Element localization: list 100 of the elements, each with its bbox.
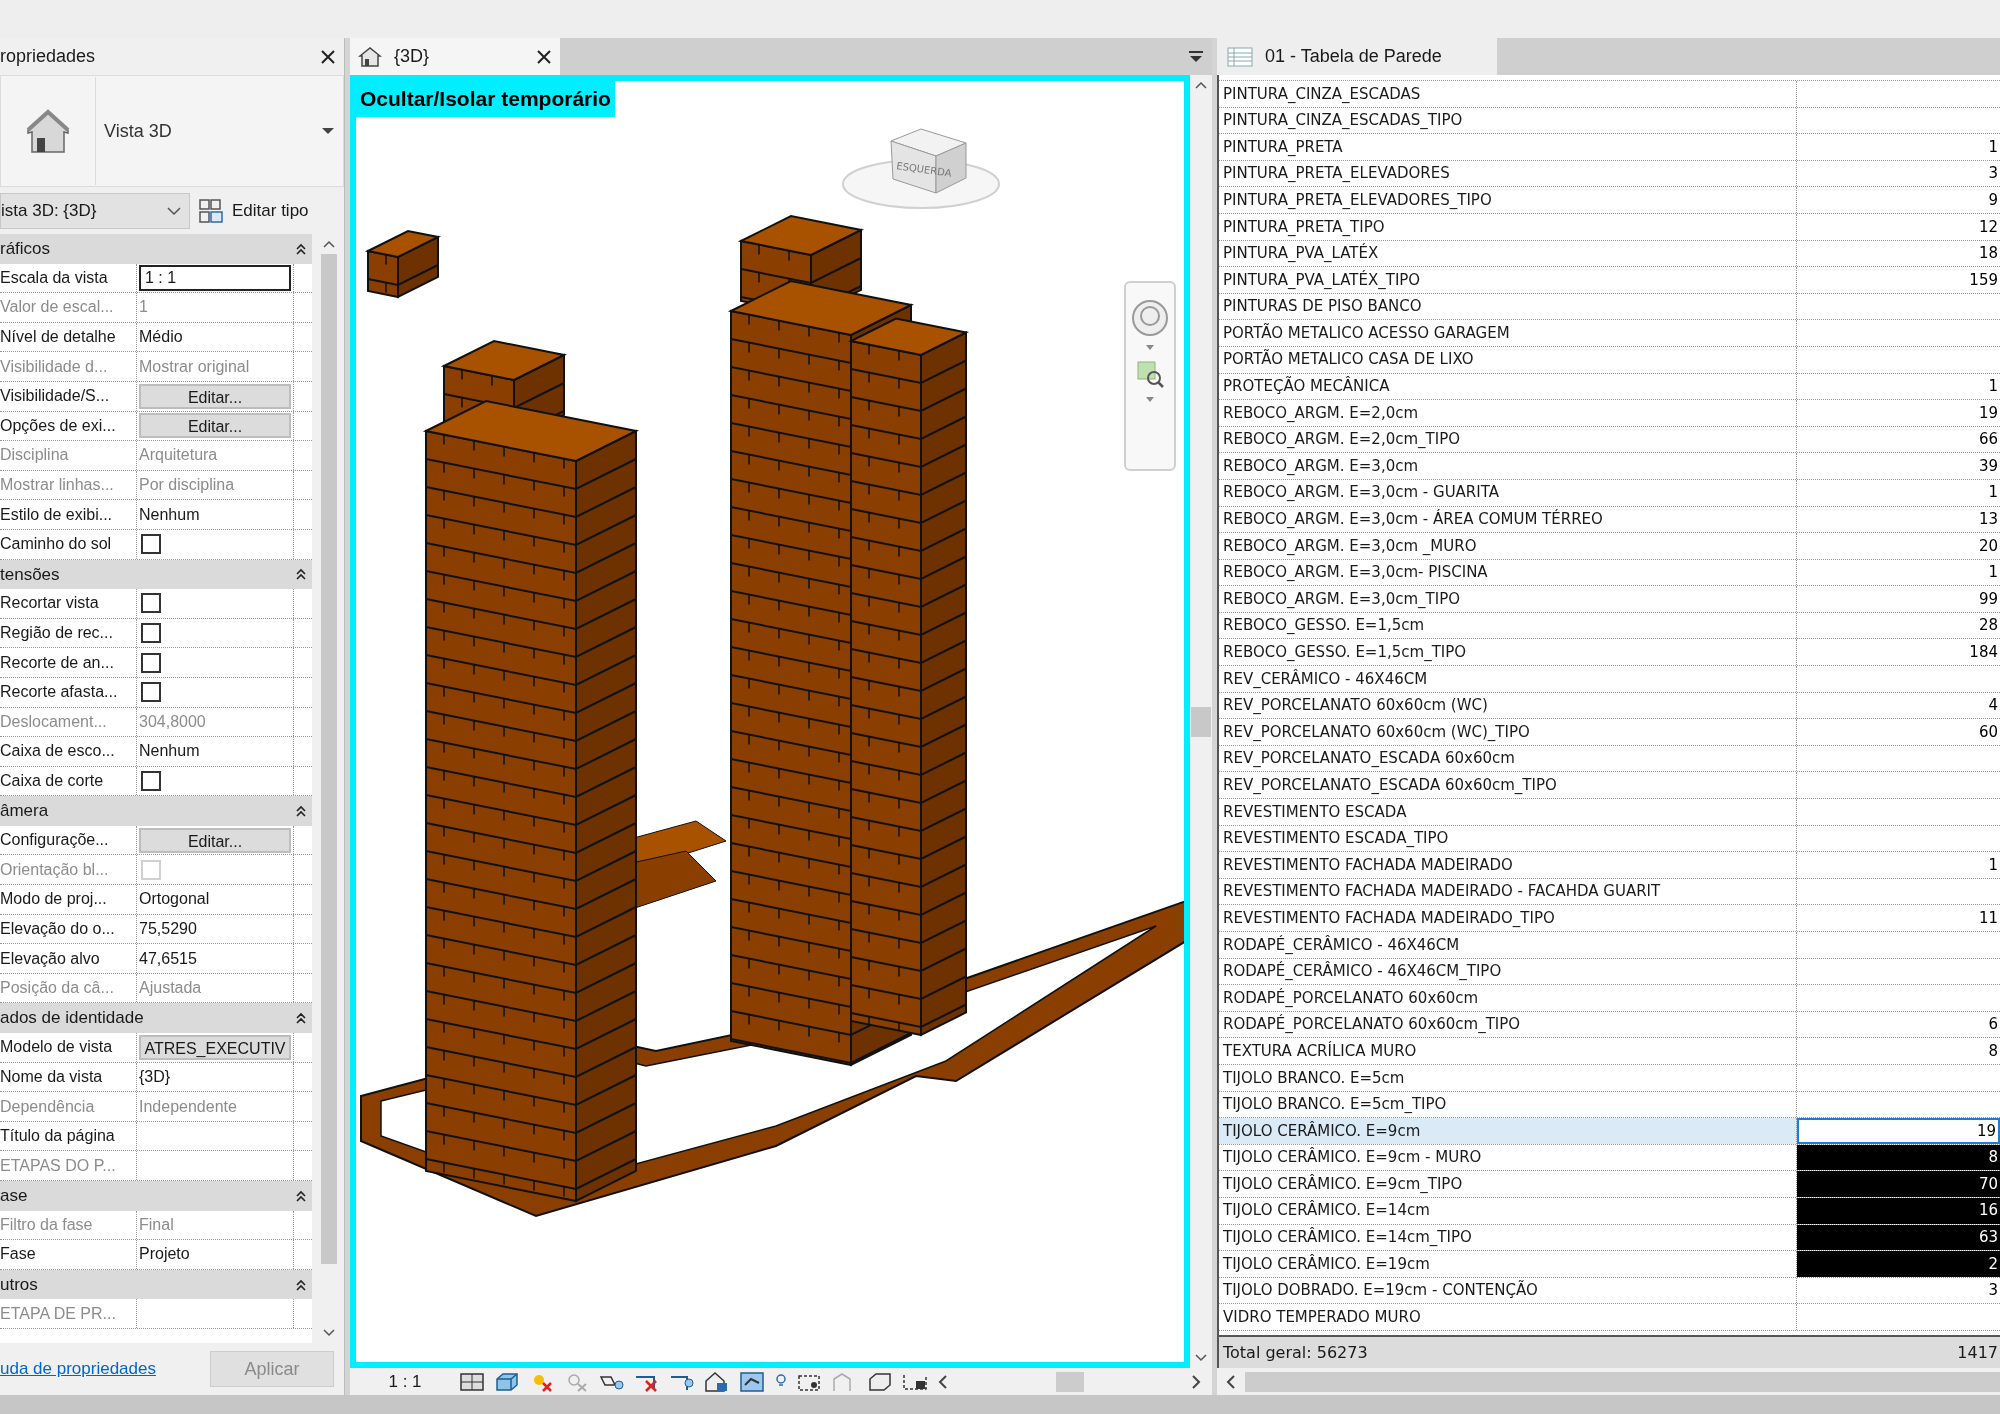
- property-value: {3D}: [139, 1066, 171, 1087]
- instance-dropdown[interactable]: ista 3D: {3D}: [0, 193, 190, 229]
- scroll-left-icon[interactable]: [1225, 1373, 1237, 1390]
- group-header[interactable]: ase: [0, 1181, 312, 1211]
- table-cell[interactable]: TIJOLO CERÂMICO. E=9cm: [1219, 1118, 1797, 1144]
- table-cell[interactable]: 2: [1797, 1251, 2000, 1277]
- property-value: Ajustada: [139, 978, 202, 999]
- box-icon[interactable]: [867, 1370, 893, 1393]
- group-header[interactable]: ráficos: [0, 234, 312, 264]
- property-label: Fase: [0, 1240, 137, 1269]
- locked-house-icon[interactable]: [704, 1370, 730, 1393]
- scroll-thumb[interactable]: [321, 254, 337, 1264]
- property-label: Caixa de esco...: [0, 737, 137, 766]
- scroll-thumb[interactable]: [1055, 1371, 1084, 1392]
- table-cell[interactable]: 16: [1797, 1197, 2000, 1224]
- type-name: Vista 3D: [104, 119, 173, 143]
- house-icon: [358, 45, 382, 68]
- cube-icon[interactable]: [494, 1370, 520, 1393]
- collapse-icon[interactable]: [294, 804, 308, 819]
- property-button[interactable]: ATRES_EXECUTIV: [139, 1034, 291, 1060]
- property-value: Arquitetura: [139, 445, 218, 466]
- temporary-isolate-banner: Ocultar/Isolar temporário: [356, 81, 615, 117]
- scroll-right-icon[interactable]: [1190, 1373, 1202, 1390]
- table-cell[interactable]: 70: [1797, 1171, 2000, 1197]
- property-label: Recortar vista: [0, 589, 137, 618]
- property-value: Independente: [139, 1096, 237, 1117]
- property-label: Título da página: [0, 1121, 137, 1151]
- table-cell[interactable]: TIJOLO CERÂMICO. E=9cm_TIPO: [1219, 1171, 1797, 1197]
- collapse-icon[interactable]: [294, 241, 308, 256]
- group-header[interactable]: âmera: [0, 796, 312, 826]
- property-label: Visibilidade d...: [0, 352, 137, 381]
- temporary-isolate-icon[interactable]: [739, 1370, 765, 1393]
- table-cell[interactable]: 63: [1797, 1224, 2000, 1251]
- table-cell[interactable]: TIJOLO CERÂMICO. E=19cm: [1219, 1251, 1797, 1277]
- horizontal-scrollbar[interactable]: [1217, 1368, 2000, 1395]
- dropdown-arrow-icon[interactable]: [1145, 345, 1155, 351]
- property-value: 47,6515: [139, 948, 197, 969]
- schedule-tab[interactable]: 01 - Tabela de Parede: [1217, 38, 1497, 75]
- total-label: Total geral: 56273: [1222, 1341, 1369, 1364]
- close-icon[interactable]: [536, 48, 552, 65]
- table-cell[interactable]: TIJOLO DOBRADO. E=19cm - CONTENÇÃO: [1219, 1277, 1797, 1304]
- dropdown-arrow-icon[interactable]: [1145, 397, 1155, 403]
- table-cell[interactable]: 8: [1797, 1144, 2000, 1171]
- property-label: Disciplina: [0, 441, 137, 470]
- property-value: Ortogonal: [139, 889, 210, 910]
- collapse-icon[interactable]: [294, 1188, 308, 1203]
- tab-menu-icon[interactable]: [1188, 49, 1204, 64]
- help-link[interactable]: uda de propriedades: [0, 1356, 156, 1382]
- property-label: Modo de proj...: [0, 885, 137, 914]
- close-icon[interactable]: [320, 48, 336, 65]
- property-button[interactable]: Editar...: [139, 413, 291, 439]
- edit-type-button[interactable]: Editar tipo: [198, 198, 309, 224]
- scroll-left-icon[interactable]: [937, 1373, 949, 1390]
- scroll-thumb[interactable]: [1245, 1371, 2000, 1392]
- scale-label[interactable]: 1 : 1: [360, 1368, 450, 1395]
- scroll-thumb[interactable]: [1191, 706, 1211, 737]
- property-label: Elevação alvo: [0, 944, 137, 973]
- property-value: Médio: [139, 327, 183, 348]
- collapse-icon[interactable]: [294, 1011, 308, 1026]
- viewport[interactable]: Ocultar/Isolar temporário ESQUERDA: [350, 75, 1190, 1368]
- checkbox[interactable]: [141, 682, 161, 703]
- table-cell[interactable]: TIJOLO CERÂMICO. E=14cm_TIPO: [1219, 1224, 1797, 1251]
- checkbox[interactable]: [141, 534, 161, 555]
- collapse-icon[interactable]: [294, 567, 308, 582]
- group-header[interactable]: utros: [0, 1269, 312, 1300]
- type-selector[interactable]: Vista 3D: [0, 75, 344, 187]
- collapse-icon[interactable]: [294, 1277, 308, 1292]
- detail-level-icon[interactable]: [459, 1370, 485, 1393]
- table-cell[interactable]: TIJOLO CERÂMICO. E=9cm - MURO: [1219, 1144, 1797, 1171]
- checkbox[interactable]: [141, 593, 161, 614]
- zoom-icon[interactable]: [1135, 359, 1165, 389]
- panel-title: ropriedades: [0, 45, 96, 68]
- property-label: Configuraçõe...: [0, 825, 137, 855]
- property-button[interactable]: Editar...: [139, 383, 291, 409]
- property-label: Recorte afasta...: [0, 677, 137, 707]
- checkbox[interactable]: [141, 771, 161, 791]
- steering-wheel-icon[interactable]: [1131, 299, 1169, 337]
- property-label: ETAPA DE PR...: [0, 1299, 137, 1328]
- property-value: 75,5290: [139, 918, 197, 939]
- property-label: Nível de detalhe: [0, 322, 137, 352]
- group-header[interactable]: tensões: [0, 559, 312, 590]
- property-value: Projeto: [139, 1244, 190, 1265]
- property-label: Elevação do o...: [0, 914, 137, 944]
- table-cell[interactable]: 19: [1797, 1118, 2000, 1144]
- checkbox[interactable]: [141, 652, 161, 673]
- table-cell[interactable]: TIJOLO CERÂMICO. E=14cm: [1219, 1197, 1797, 1224]
- property-label: Valor de escal...: [0, 293, 137, 322]
- property-label: Orientação bl...: [0, 855, 137, 885]
- checkbox[interactable]: [141, 623, 161, 643]
- table-cell[interactable]: TIJOLO BRANCO. E=5cm_TIPO: [1219, 1091, 1797, 1118]
- table-cell[interactable]: TEXTURA ACRÍLICA MURO: [1219, 1038, 1797, 1064]
- view-tab[interactable]: {3D}: [350, 38, 560, 75]
- group-header[interactable]: ados de identidade: [0, 1003, 312, 1034]
- table-cell[interactable]: TIJOLO BRANCO. E=5cm: [1219, 1064, 1797, 1091]
- total-value: 1417: [1956, 1341, 1999, 1364]
- property-label: Caixa de corte: [0, 766, 137, 796]
- property-value: 1: [139, 297, 148, 318]
- property-button[interactable]: Editar...: [139, 827, 291, 853]
- value-field[interactable]: 1 : 1: [139, 264, 291, 291]
- scrollbar[interactable]: [1190, 75, 1212, 1368]
